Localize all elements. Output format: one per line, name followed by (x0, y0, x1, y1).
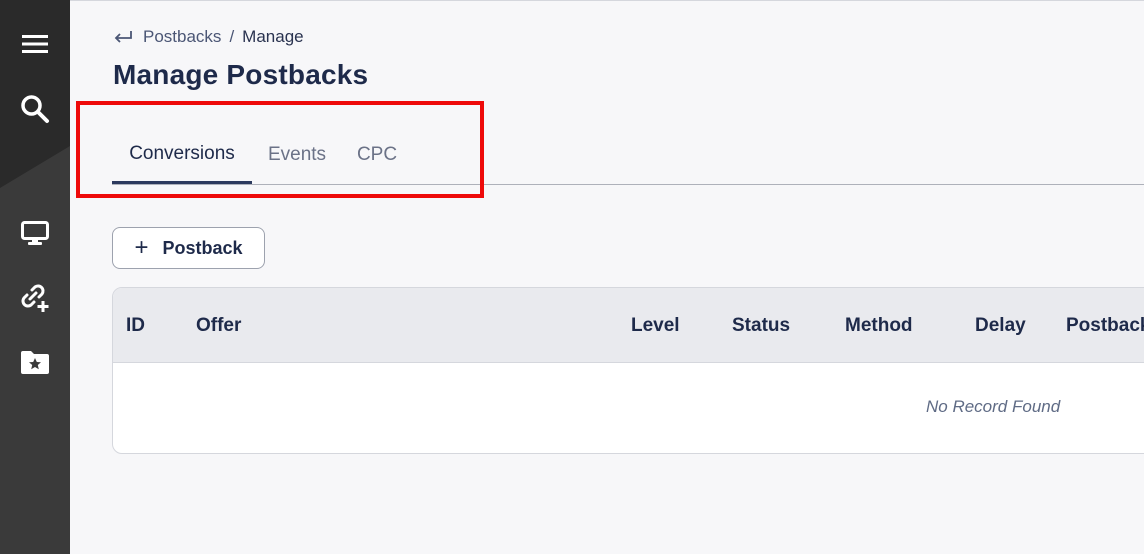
sidebar (0, 0, 70, 554)
sidebar-item-favorites[interactable] (0, 342, 70, 382)
empty-state-message: No Record Found (926, 397, 1061, 416)
tab-conversions[interactable]: Conversions (112, 126, 252, 184)
search-icon (21, 95, 49, 123)
link-add-icon (21, 284, 49, 312)
main-content: Postbacks / Manage Manage Postbacks Conv… (70, 0, 1144, 554)
column-header-level[interactable]: Level (631, 288, 680, 363)
add-postback-button[interactable]: + Postback (112, 227, 265, 269)
sidebar-item-postbacks[interactable] (0, 278, 70, 318)
column-header-offer[interactable]: Offer (196, 288, 241, 363)
add-postback-label: Postback (162, 237, 243, 258)
column-header-status[interactable]: Status (732, 288, 790, 363)
breadcrumb-current: Manage (242, 27, 304, 46)
folder-star-icon (21, 351, 49, 374)
breadcrumb: Postbacks / Manage (113, 26, 304, 48)
arrow-return-icon[interactable] (113, 29, 133, 45)
breadcrumb-separator: / (229, 27, 235, 46)
column-header-id[interactable]: ID (126, 288, 145, 363)
column-header-method[interactable]: Method (845, 288, 913, 363)
tab-cpc[interactable]: CPC (342, 126, 412, 184)
table-header: ID Offer Level Status Method Delay Postb… (113, 288, 1144, 363)
search-button[interactable] (0, 89, 70, 129)
page-title: Manage Postbacks (113, 59, 369, 90)
monitor-icon (21, 221, 49, 245)
column-header-postback[interactable]: Postback (1066, 288, 1144, 363)
column-header-delay[interactable]: Delay (975, 288, 1026, 363)
tab-events[interactable]: Events (252, 126, 342, 184)
sidebar-item-dashboard[interactable] (0, 214, 70, 254)
menu-button[interactable] (0, 24, 70, 64)
breadcrumb-link-postbacks[interactable]: Postbacks (143, 27, 221, 47)
tab-bar: Conversions Events CPC (112, 126, 1144, 185)
app-root: Postbacks / Manage Manage Postbacks Conv… (0, 0, 1144, 554)
postbacks-table: ID Offer Level Status Method Delay Postb… (112, 287, 1144, 454)
menu-icon (22, 35, 48, 53)
plus-icon: + (134, 234, 149, 261)
